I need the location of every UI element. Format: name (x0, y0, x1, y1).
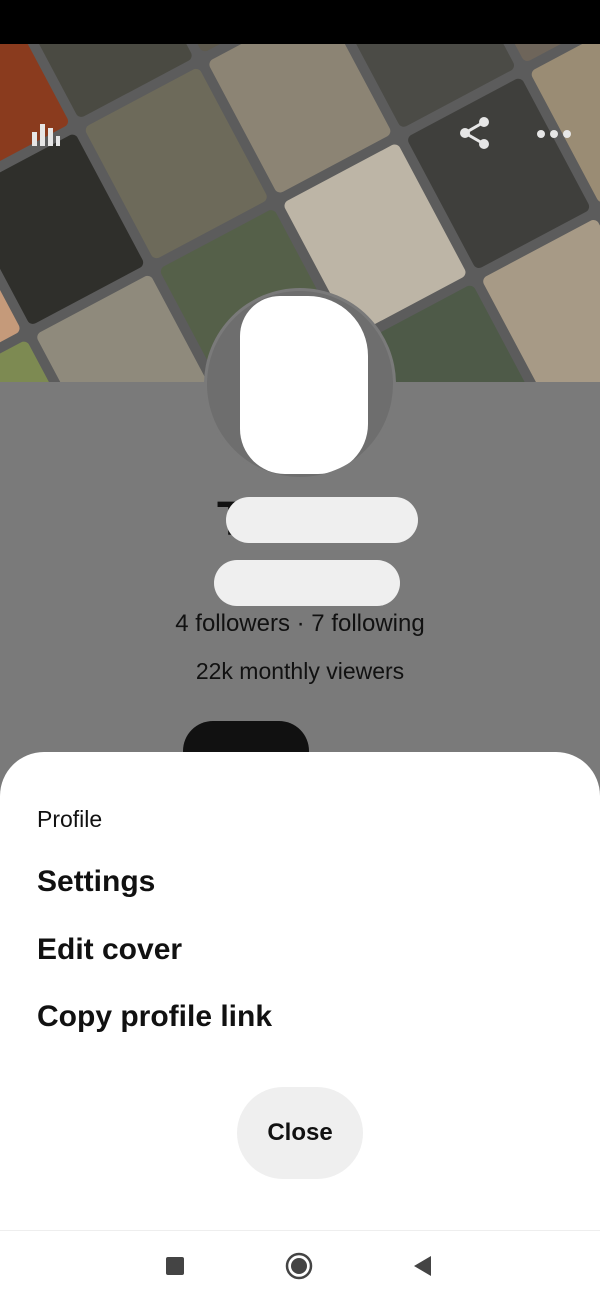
more-dots-icon[interactable] (536, 124, 572, 144)
name-redaction (226, 497, 418, 543)
sheet-title: Profile (37, 806, 103, 832)
circle-home-icon[interactable] (285, 1252, 313, 1280)
share-icon[interactable] (458, 116, 492, 150)
monthly-viewers: 22k monthly viewers (195, 658, 405, 684)
copy-profile-link-menu-item[interactable]: Copy profile link (37, 1000, 272, 1034)
profile-avatar[interactable] (207, 291, 393, 477)
close-button[interactable]: Close (237, 1087, 363, 1179)
system-navigation-bar (0, 1230, 600, 1301)
bar-chart-icon[interactable] (28, 116, 62, 150)
profile-options-sheet: Profile Settings Edit cover Copy profile… (0, 752, 600, 1230)
triangle-back-icon[interactable] (412, 1254, 432, 1278)
edit-cover-menu-item[interactable]: Edit cover (37, 933, 182, 967)
status-bar (0, 0, 600, 44)
settings-menu-item[interactable]: Settings (37, 865, 155, 899)
username-redaction (214, 560, 400, 606)
avatar-redaction (240, 296, 368, 474)
follow-stats[interactable]: 4 followers · 7 following (0, 610, 600, 638)
square-recents-icon[interactable] (166, 1257, 184, 1275)
